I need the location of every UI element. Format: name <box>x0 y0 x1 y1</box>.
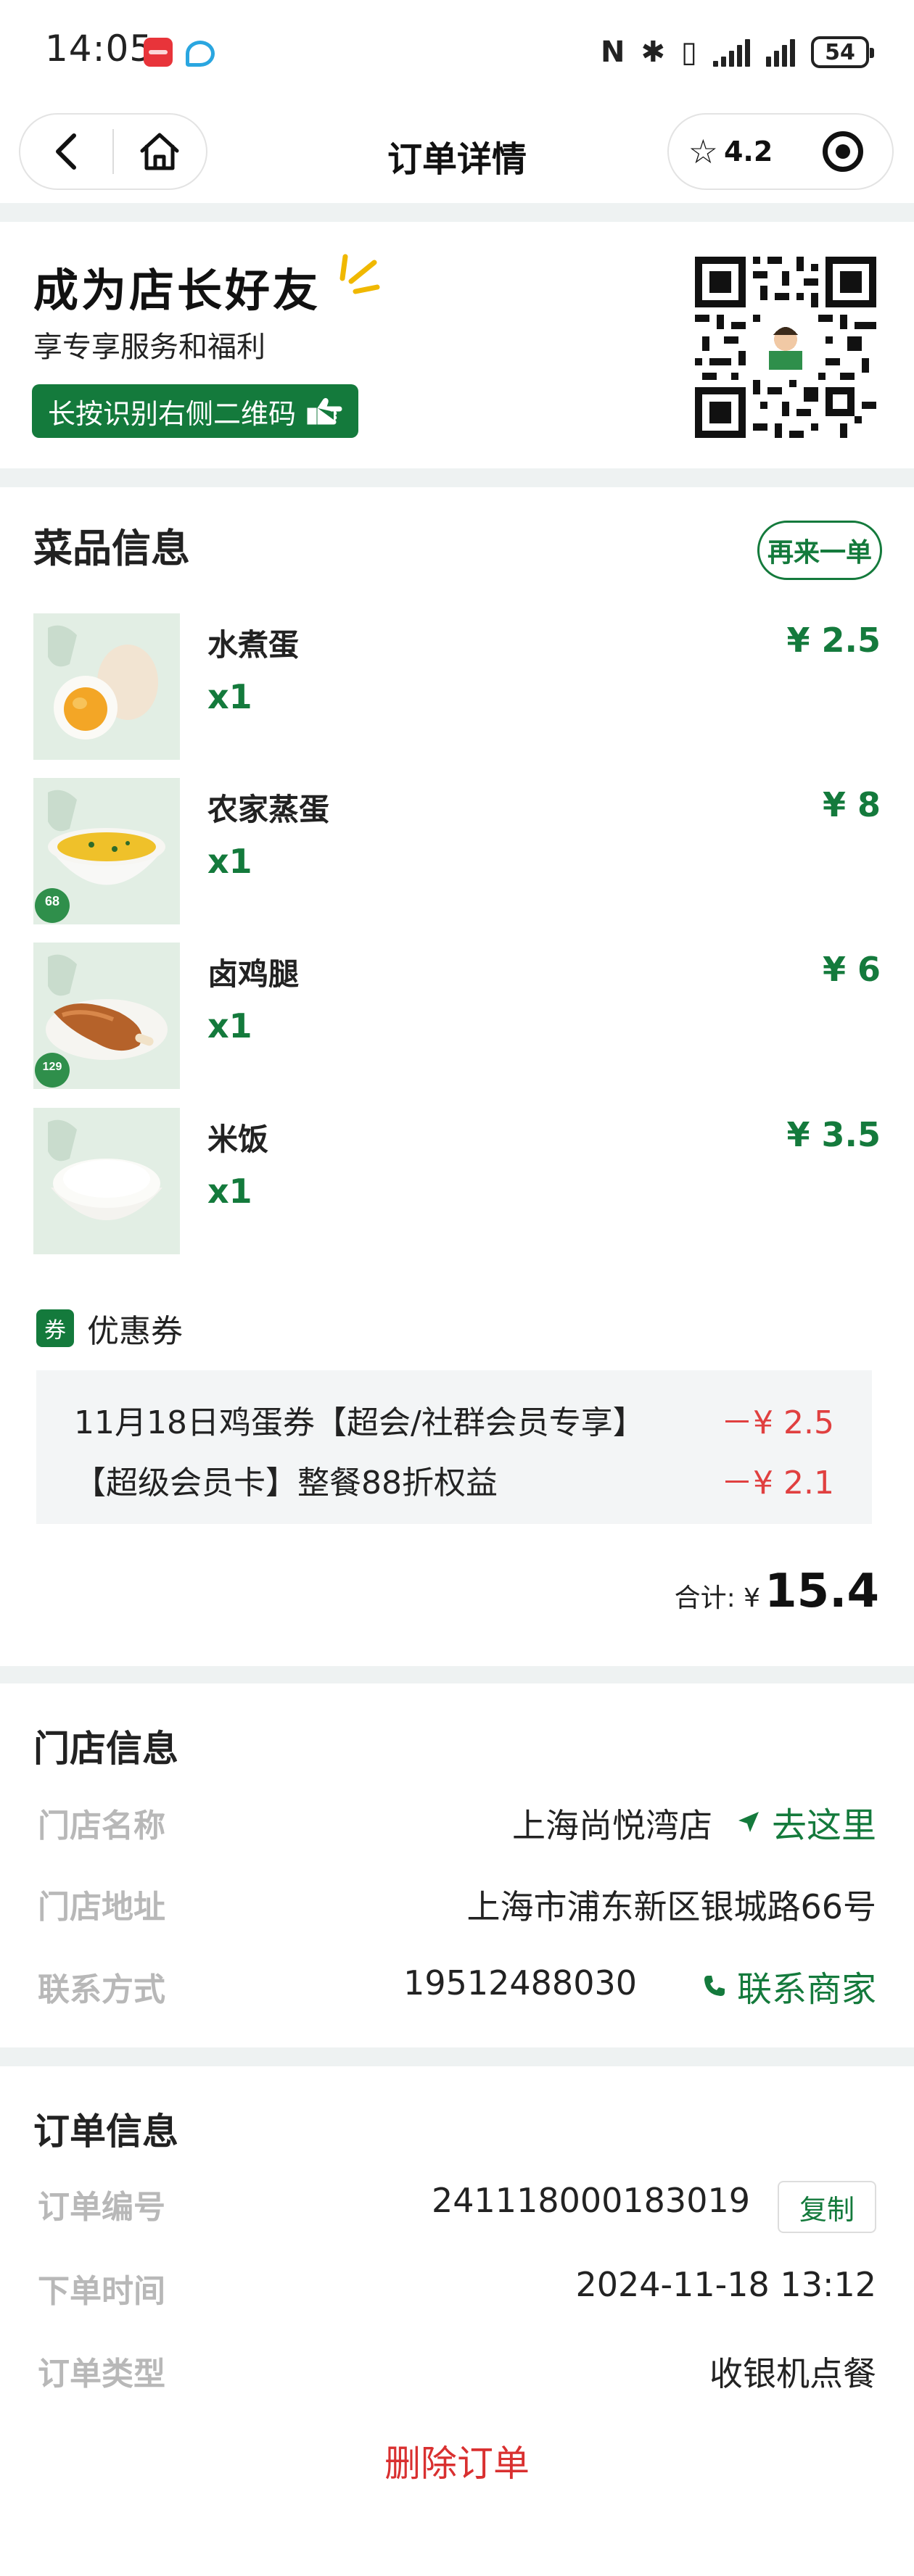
store-address-value: 上海市浦东新区银城路66号 <box>466 1887 876 1926</box>
order-info-card: 订单信息 订单编号 241118000183019 复制 下单时间 2024-1… <box>0 2066 914 2576</box>
coupon-label: 优惠券 <box>87 1313 183 1350</box>
order-section-title: 订单信息 <box>33 2111 178 2153</box>
reorder-button[interactable]: 再来一单 <box>757 521 882 580</box>
boiled-egg-image <box>33 613 180 760</box>
dish-item[interactable]: 水煮蛋 x1 ¥ 2.5 <box>33 613 881 761</box>
coupon-tag-icon: 券 <box>36 1309 74 1347</box>
dish-name: 农家蒸蛋 <box>207 792 330 827</box>
copy-order-number-button[interactable]: 复制 <box>778 2181 876 2233</box>
store-address-label: 门店地址 <box>38 1889 165 1926</box>
dish-name: 米饭 <box>207 1122 269 1157</box>
dish-quantity: x1 <box>207 677 252 716</box>
battery-icon: 54 <box>811 36 874 68</box>
phone-icon <box>704 1976 725 1996</box>
vibrate-icon: ▯ <box>680 36 697 69</box>
friend-title: 成为店长好友 <box>33 264 321 317</box>
navigate-label: 去这里 <box>771 1805 876 1846</box>
nav-bar: 订单详情 ☆ 4.2 <box>0 102 914 203</box>
pointing-hand-icon <box>307 398 342 425</box>
status-indicators: N ✱ ▯ 54 <box>600 32 874 73</box>
star-icon: ☆ <box>688 132 718 171</box>
friend-subtitle: 享专享服务和福利 <box>33 331 265 364</box>
huawei-app-icon <box>144 38 173 67</box>
dish-price: ¥ 2.5 <box>786 621 881 660</box>
dish-item[interactable]: 68 农家蒸蛋 x1 ¥ 8 <box>33 778 881 926</box>
signal-icon-2 <box>766 38 795 67</box>
contact-merchant-button[interactable]: 联系商家 <box>702 1960 876 2011</box>
dish-price: ¥ 8 <box>822 785 881 824</box>
drumstick-badge: 129 <box>43 1061 62 1073</box>
dish-info-card: 菜品信息 再来一单 水煮蛋 x1 ¥ 2.5 68 农家蒸蛋 x1 ¥ 8 12… <box>0 487 914 1666</box>
delete-order-button[interactable]: 删除订单 <box>0 2435 914 2487</box>
steamed-egg-badge: 68 <box>45 894 59 908</box>
status-bar: 14:05 N ✱ ▯ 54 <box>0 0 914 102</box>
coupon-amount: －¥ 2.5 <box>721 1404 834 1441</box>
coupon-list: 11月18日鸡蛋券【超会/社群会员专享】 －¥ 2.5 【超级会员卡】整餐88折… <box>36 1370 872 1524</box>
coupon-row: 11月18日鸡蛋券【超会/社群会员专享】 －¥ 2.5 <box>36 1391 872 1449</box>
status-time: 14:05 <box>45 28 154 70</box>
signal-icon <box>713 38 750 67</box>
dish-quantity: x1 <box>207 1006 252 1045</box>
coupon-name: 11月18日鸡蛋券【超会/社群会员专享】 <box>74 1404 645 1441</box>
dish-section-title: 菜品信息 <box>33 526 190 571</box>
coupon-name: 【超级会员卡】整餐88折权益 <box>74 1465 498 1502</box>
navigate-button[interactable]: 去这里 <box>736 1797 876 1847</box>
coupon-amount: －¥ 2.1 <box>721 1465 834 1502</box>
nav-capsule-right: ☆ 4.2 <box>667 113 894 190</box>
dish-name: 卤鸡腿 <box>207 956 300 992</box>
rating-value: 4.2 <box>723 136 773 167</box>
dish-item[interactable]: 米饭 x1 ¥ 3.5 <box>33 1108 881 1256</box>
rice-image <box>33 1108 180 1254</box>
mini-program-close-button[interactable] <box>794 131 892 172</box>
steamed-egg-image: 68 <box>33 778 180 924</box>
dish-name: 水煮蛋 <box>207 627 300 663</box>
target-icon <box>823 131 863 172</box>
store-qr-code <box>695 257 876 438</box>
total-value: 15.4 <box>765 1565 879 1618</box>
dish-quantity: x1 <box>207 842 252 881</box>
order-time-value: 2024-11-18 13:12 <box>575 2265 876 2304</box>
total-label: 合计: ¥ <box>674 1583 761 1613</box>
dish-quantity: x1 <box>207 1172 252 1211</box>
order-total: 合计: ¥ 15.4 <box>675 1565 879 1618</box>
rating-button[interactable]: ☆ 4.2 <box>669 132 792 171</box>
dish-item[interactable]: 129 卤鸡腿 x1 ¥ 6 <box>33 943 881 1090</box>
store-name-value: 上海尚悦湾店 <box>512 1806 712 1845</box>
coupon-header: 券 优惠券 <box>36 1305 183 1351</box>
store-phone-value: 19512488030 <box>403 1963 637 2003</box>
order-type-label: 订单类型 <box>38 2356 165 2393</box>
order-time-label: 下单时间 <box>38 2273 165 2310</box>
coupon-row: 【超级会员卡】整餐88折权益 －¥ 2.1 <box>36 1451 872 1509</box>
contact-merchant-label: 联系商家 <box>736 1969 876 2010</box>
order-type-value: 收银机点餐 <box>709 2354 876 2393</box>
store-friend-card: 成为店长好友 享专享服务和福利 长按识别右侧二维码 <box>0 222 914 468</box>
store-section-title: 门店信息 <box>33 1728 178 1770</box>
scan-qr-hint-label: 长按识别右侧二维码 <box>48 397 297 430</box>
scan-qr-hint-button[interactable]: 长按识别右侧二维码 <box>32 384 359 438</box>
dish-price: ¥ 3.5 <box>786 1115 881 1154</box>
nfc-icon: N <box>600 36 625 69</box>
navigation-arrow-icon <box>738 1812 759 1832</box>
order-number-value: 241118000183019 <box>432 2181 750 2220</box>
store-contact-label: 联系方式 <box>38 1971 165 2008</box>
order-number-label: 订单编号 <box>38 2189 165 2226</box>
store-name-label: 门店名称 <box>38 1807 165 1844</box>
sparkle-icon <box>339 254 380 294</box>
dish-price: ¥ 6 <box>822 950 881 989</box>
bluetooth-icon: ✱ <box>641 36 665 69</box>
chat-app-icon <box>186 41 215 67</box>
store-info-card: 门店信息 门店名称 上海尚悦湾店 去这里 门店地址 上海市浦东新区银城路66号 … <box>0 1683 914 2047</box>
braised-drumstick-image: 129 <box>33 943 180 1089</box>
